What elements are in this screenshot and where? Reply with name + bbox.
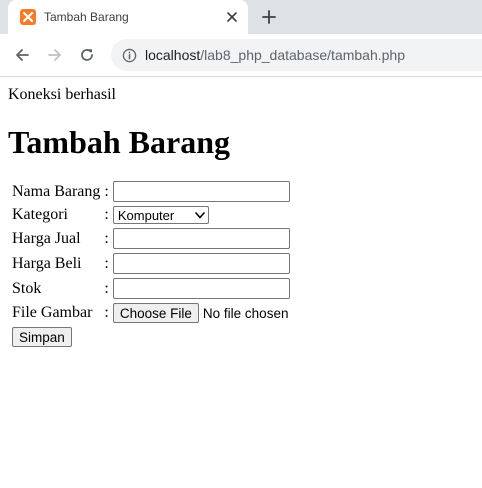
back-arrow-icon[interactable] xyxy=(12,45,32,65)
separator: : xyxy=(104,229,109,247)
harga-beli-label: Harga Beli xyxy=(12,254,82,272)
new-tab-icon[interactable] xyxy=(259,7,279,27)
harga-beli-input[interactable] xyxy=(112,253,290,274)
separator: : xyxy=(104,254,109,272)
form-row-stok: Stok : xyxy=(11,277,291,300)
form-row-harga-beli: Harga Beli : xyxy=(11,252,291,275)
form-table: Nama Barang : Kategori : Komputer Harga … xyxy=(9,178,293,350)
form-row-kategori: Kategori : Komputer xyxy=(11,205,291,225)
tambah-barang-form: Nama Barang : Kategori : Komputer Harga … xyxy=(8,178,474,350)
forward-arrow-icon[interactable] xyxy=(45,45,65,65)
browser-tab[interactable]: Tambah Barang xyxy=(8,0,248,34)
harga-jual-label: Harga Jual xyxy=(12,229,81,247)
url-host: localhost xyxy=(145,47,201,63)
simpan-button[interactable]: Simpan xyxy=(12,327,72,347)
file-input: Choose File No file chosen xyxy=(112,303,290,323)
form-row-gambar: File Gambar : Choose File No file chosen xyxy=(11,302,291,324)
url-text: localhost/lab8_php_database/tambah.php xyxy=(145,47,405,63)
page-content: Koneksi berhasil Tambah Barang Nama Bara… xyxy=(0,86,482,350)
separator: : xyxy=(104,206,109,223)
separator: : xyxy=(104,182,109,200)
address-bar[interactable]: localhost/lab8_php_database/tambah.php xyxy=(111,39,482,71)
stok-input[interactable] xyxy=(112,278,290,299)
kategori-selected-value: Komputer xyxy=(117,207,175,223)
tab-strip: Tambah Barang xyxy=(0,0,482,34)
tab-title: Tambah Barang xyxy=(44,10,129,24)
form-row-nama: Nama Barang : xyxy=(11,180,291,203)
url-path: /lab8_php_database/tambah.php xyxy=(200,47,405,63)
form-row-submit: Simpan xyxy=(11,326,291,348)
separator: : xyxy=(104,279,109,297)
page-title: Tambah Barang xyxy=(8,124,230,160)
xampp-favicon-icon xyxy=(20,9,36,25)
connection-status: Koneksi berhasil xyxy=(8,86,116,103)
site-info-icon[interactable] xyxy=(121,47,137,63)
separator: : xyxy=(104,304,109,321)
browser-toolbar: localhost/lab8_php_database/tambah.php xyxy=(0,34,482,77)
file-status: No file chosen xyxy=(202,305,289,321)
stok-label: Stok xyxy=(12,279,42,297)
close-tab-icon[interactable] xyxy=(224,9,240,25)
chevron-down-icon xyxy=(195,211,205,218)
nama-label: Nama Barang xyxy=(12,182,101,200)
harga-jual-input[interactable] xyxy=(112,228,290,249)
kategori-select[interactable]: Komputer xyxy=(112,206,209,224)
file-gambar-label: File Gambar xyxy=(12,304,93,321)
form-row-harga-jual: Harga Jual : xyxy=(11,227,291,250)
kategori-label: Kategori xyxy=(12,206,68,223)
reload-icon[interactable] xyxy=(77,45,97,65)
choose-file-button[interactable]: Choose File xyxy=(112,303,199,323)
nama-barang-input[interactable] xyxy=(112,181,290,202)
